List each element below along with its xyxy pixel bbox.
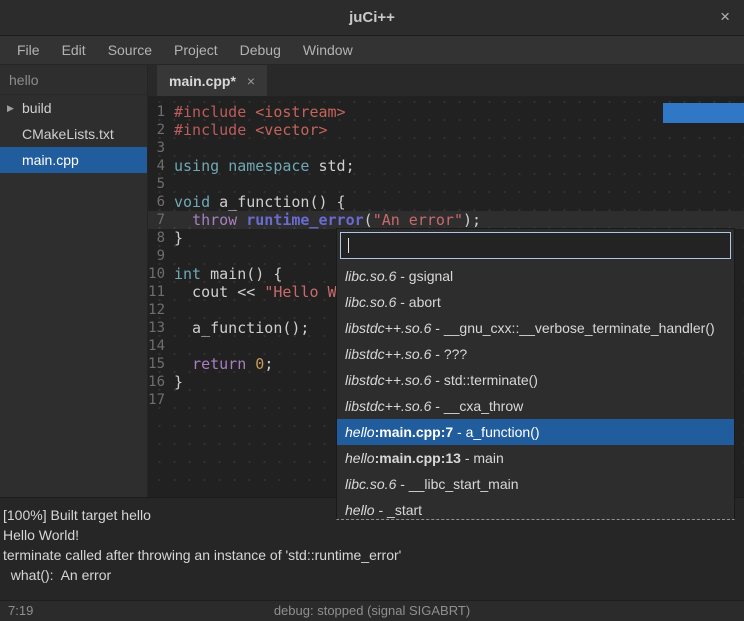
backtrace-item[interactable]: hello:main.cpp:13 - main	[337, 445, 734, 471]
backtrace-search-wrap	[340, 232, 731, 259]
debug-status: debug: stopped (signal SIGABRT)	[0, 601, 744, 621]
backtrace-item[interactable]: libstdc++.so.6 - __cxa_throw	[337, 393, 734, 419]
backtrace-item[interactable]: libc.so.6 - __libc_start_main	[337, 471, 734, 497]
menu-item-project[interactable]: Project	[163, 36, 229, 65]
tree-item-label: build	[22, 100, 52, 116]
code-line[interactable]: 3	[148, 139, 744, 157]
line-number: 3	[148, 139, 169, 157]
menu-bar: FileEditSourceProjectDebugWindow	[0, 36, 744, 65]
code-text: int main() {	[169, 265, 282, 283]
code-text: return 0;	[169, 355, 273, 373]
code-text: }	[169, 229, 183, 247]
code-text	[169, 139, 174, 157]
backtrace-item[interactable]: hello - _start	[337, 497, 734, 520]
line-number: 15	[148, 355, 169, 373]
backtrace-item[interactable]: libstdc++.so.6 - __gnu_cxx::__verbose_te…	[337, 315, 734, 341]
code-text: void a_function() {	[169, 193, 346, 211]
line-number: 12	[148, 301, 169, 319]
backtrace-list: libc.so.6 - gsignallibc.so.6 - abortlibs…	[337, 263, 734, 520]
tree-item-label: CMakeLists.txt	[22, 126, 114, 142]
backtrace-item[interactable]: hello:main.cpp:7 - a_function()	[337, 419, 734, 445]
line-number: 6	[148, 193, 169, 211]
code-text: a_function();	[169, 319, 309, 337]
code-text: #include <iostream>	[169, 103, 346, 121]
backtrace-item[interactable]: libc.so.6 - gsignal	[337, 263, 734, 289]
backtrace-popup: libc.so.6 - gsignallibc.so.6 - abortlibs…	[336, 228, 735, 520]
output-line: Hello World!	[3, 525, 740, 545]
line-number: 14	[148, 337, 169, 355]
tree-item-label: main.cpp	[22, 152, 79, 168]
code-line[interactable]: 4using namespace std;	[148, 157, 744, 175]
code-text: #include <vector>	[169, 121, 328, 139]
line-number: 16	[148, 373, 169, 391]
backtrace-item[interactable]: libc.so.6 - abort	[337, 289, 734, 315]
code-text	[169, 175, 174, 193]
project-name-label: hello	[0, 65, 147, 95]
code-line[interactable]: 1#include <iostream>	[148, 103, 744, 121]
backtrace-item[interactable]: libstdc++.so.6 - ???	[337, 341, 734, 367]
code-text: cout << "Hello W	[169, 283, 337, 301]
backtrace-item[interactable]: libstdc++.so.6 - std::terminate()	[337, 367, 734, 393]
menu-item-edit[interactable]: Edit	[51, 36, 97, 65]
tab-bar: main.cpp* ×	[148, 65, 744, 97]
line-number: 10	[148, 265, 169, 283]
tree-item-cmakelists-txt[interactable]: CMakeLists.txt	[0, 121, 147, 147]
output-line: terminate called after throwing an insta…	[3, 545, 740, 565]
code-line[interactable]: 5	[148, 175, 744, 193]
file-tree: ▶build CMakeLists.txt main.cpp	[0, 95, 147, 173]
line-number: 17	[148, 391, 169, 409]
code-text: throw runtime_error("An error");	[169, 211, 481, 229]
code-text	[169, 391, 174, 409]
line-number: 2	[148, 121, 169, 139]
code-text: using namespace std;	[169, 157, 355, 175]
scrollbar-thumb[interactable]	[663, 103, 744, 123]
code-text	[169, 301, 174, 319]
output-line: what(): An error	[3, 565, 740, 585]
code-text	[169, 337, 174, 355]
code-line[interactable]: 6void a_function() {	[148, 193, 744, 211]
menu-item-file[interactable]: File	[6, 36, 51, 65]
tab-main-cpp[interactable]: main.cpp* ×	[157, 65, 267, 96]
line-number: 5	[148, 175, 169, 193]
project-sidebar: hello ▶build CMakeLists.txt main.cpp	[0, 65, 148, 497]
line-number: 11	[148, 283, 169, 301]
tab-label: main.cpp*	[169, 73, 236, 89]
line-number: 4	[148, 157, 169, 175]
code-text: }	[169, 373, 183, 391]
tree-item-build[interactable]: ▶build	[0, 95, 147, 121]
status-bar: 7:19 debug: stopped (signal SIGABRT)	[0, 600, 744, 621]
window-close-button[interactable]: ×	[720, 0, 730, 36]
window-title: juCi++	[0, 0, 744, 36]
line-number: 8	[148, 229, 169, 247]
menu-item-source[interactable]: Source	[97, 36, 163, 65]
line-number: 9	[148, 247, 169, 265]
line-number: 1	[148, 103, 169, 121]
code-line[interactable]: 2#include <vector>	[148, 121, 744, 139]
tab-close-icon[interactable]: ×	[247, 73, 255, 89]
backtrace-search-input[interactable]	[340, 232, 731, 259]
expander-icon: ▶	[7, 103, 22, 114]
tree-item-main-cpp[interactable]: main.cpp	[0, 147, 147, 173]
line-number: 7	[148, 211, 169, 229]
code-text	[169, 247, 174, 265]
code-line[interactable]: 7 throw runtime_error("An error");	[148, 211, 744, 229]
menu-item-debug[interactable]: Debug	[229, 36, 292, 65]
text-caret	[348, 238, 349, 253]
line-number: 13	[148, 319, 169, 337]
title-bar: juCi++ ×	[0, 0, 744, 36]
menu-item-window[interactable]: Window	[292, 36, 364, 65]
